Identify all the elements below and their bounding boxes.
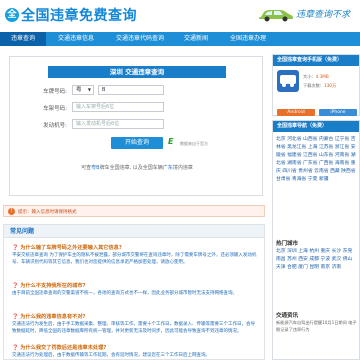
mobile-app-card: 全国违章查询手机版（免费） 大小：4.3MB 下载次数：130万 Android… bbox=[272, 54, 360, 116]
warning-icon: ! bbox=[8, 208, 15, 215]
start-query-button[interactable]: 开始查询 bbox=[111, 137, 163, 149]
app-icon[interactable] bbox=[277, 70, 299, 92]
note-middle: 牌车全国违章, 以及全国车辆 bbox=[99, 165, 163, 171]
input-tip-bar: ! 提示：输入信息时请保持格式 bbox=[3, 205, 265, 217]
app-size-label: 大小： bbox=[303, 74, 316, 79]
faq-question[interactable]: ❓ 为什么输了车牌号码之外还要输入其它信息? bbox=[12, 244, 122, 251]
faq-question[interactable]: ❓ 为什么我交了罚款后还是违章未处理? bbox=[12, 344, 106, 351]
app-downloads: 下载次数：130万 bbox=[303, 83, 336, 89]
official-data-icon: E bbox=[168, 137, 174, 146]
city-navigation-title: 全国违章导航（免费） bbox=[273, 121, 359, 132]
city-navigation: 全国违章导航（免费） 北京 河北省 山西省 内蒙古 辽宁省 吉林省 黑龙江省 上… bbox=[272, 120, 360, 360]
province-list[interactable]: 北京 河北省 山西省 内蒙古 辽宁省 吉林省 黑龙江省 上海 江苏省 浙江省 安… bbox=[276, 136, 358, 183]
app-size: 大小：4.3MB bbox=[303, 74, 329, 80]
input-tip-text: 提示：输入信息时请保持格式 bbox=[18, 210, 77, 215]
plate-number-input[interactable]: B bbox=[98, 85, 164, 95]
query-form-panel: 深圳 交通违章查询 车牌号码: 粤 ▼ B 车架号码: 输入车架号后6位 发动机… bbox=[9, 56, 263, 196]
faq-question-text: 为什么我的违章信息有不对? bbox=[20, 314, 86, 320]
plate-province-value: 粤 bbox=[76, 87, 82, 93]
logo-icon[interactable]: 全 bbox=[5, 8, 19, 22]
faq-question[interactable]: ❓ 为什么我的违章信息有不对? bbox=[12, 313, 86, 320]
faq-answer: 交通违法行为处理后，由于数据传输等工作延期，会有延时情况，建议您在三个工作日后上… bbox=[12, 353, 210, 358]
chevron-down-icon: ▼ bbox=[87, 87, 91, 92]
nav-item-violation-handling[interactable]: 全国违章办理 bbox=[218, 32, 278, 46]
hot-cities-title: 热门城市 bbox=[276, 241, 299, 247]
main-content: 深圳 交通违章查询 车牌号码: 粤 ▼ B 车架号码: 输入车架号后6位 发动机… bbox=[0, 48, 268, 360]
plate-label: 车牌号码: bbox=[43, 89, 67, 95]
official-data-text: 数据来自于官方 bbox=[180, 141, 208, 146]
question-icon: ❓ bbox=[12, 314, 19, 320]
faq-answer: 交通违法行为发生后，由于手工数据采集、整理、审核等工作，需要十个工作日，数据录入… bbox=[12, 322, 255, 334]
query-note: 可查粤B牌车全国违章, 以及全国车辆广东境内违章 bbox=[10, 164, 264, 171]
faq-title: 常见问题 bbox=[4, 225, 264, 238]
note-region-link[interactable]: 广东 bbox=[163, 165, 173, 171]
android-download-button[interactable]: Android bbox=[277, 109, 315, 116]
news-title: 交通资讯 bbox=[276, 313, 299, 319]
question-icon: ❓ bbox=[12, 345, 19, 351]
car-icon bbox=[259, 10, 293, 22]
nav-item-violation-query[interactable]: 违章查询 bbox=[0, 32, 46, 46]
site-header: 全 全国违章免费查询 违章查询不求 bbox=[0, 0, 360, 30]
engine-number-input[interactable]: 输入发动机号后6位 bbox=[72, 119, 164, 129]
main-nav: 违章查询 交通违章信息 交通违章代码查询 交通新闻 全国违章办理 bbox=[0, 32, 360, 46]
note-prefix: 可查 bbox=[81, 165, 92, 171]
nav-item-traffic-news[interactable]: 交通新闻 bbox=[176, 32, 216, 46]
nav-item-violation-info[interactable]: 交通违章信息 bbox=[48, 32, 104, 46]
question-icon: ❓ bbox=[12, 283, 19, 289]
frame-label: 车架号码: bbox=[43, 106, 67, 112]
app-size-value: 4.3MB bbox=[315, 74, 329, 79]
note-plate-link[interactable]: 粤B bbox=[91, 165, 99, 171]
faq-question[interactable]: ❓ 为什么不支持我所在的城市? bbox=[12, 282, 86, 289]
app-downloads-value: 130万 bbox=[323, 83, 337, 88]
faq-section: 常见问题 ❓ 为什么输了车牌号码之外还要输入其它信息? 平安交统违章查询 为了保… bbox=[3, 224, 265, 360]
hot-cities-list[interactable]: 北京 深圳 上海 杭州 重庆 长沙 东莞 南昌 苏州 西安 成都 宁波 武汉 佛… bbox=[276, 248, 358, 272]
app-downloads-label: 下载次数： bbox=[303, 83, 324, 88]
frame-number-input[interactable]: 输入车架号后6位 bbox=[72, 102, 164, 112]
faq-question-text: 为什么输了车牌号码之外还要输入其它信息? bbox=[20, 245, 122, 251]
faq-question-text: 为什么不支持我所在的城市? bbox=[20, 283, 86, 289]
nav-item-violation-code[interactable]: 交通违章代码查询 bbox=[106, 32, 174, 46]
faq-question-text: 为什么我交了罚款后还是违章未处理? bbox=[20, 345, 107, 351]
engine-label: 发动机号: bbox=[43, 123, 67, 129]
news-text[interactable]: 新能源汽车自驾出行提醒10月1日期间 电子眼记录了违章行为 bbox=[276, 320, 358, 333]
sidebar: 全国违章查询手机版（免费） 大小：4.3MB 下载次数：130万 Android… bbox=[272, 48, 360, 360]
question-icon: ❓ bbox=[12, 245, 19, 251]
query-form-title: 深圳 交通违章查询 bbox=[48, 66, 226, 78]
app-logo-icon bbox=[280, 75, 296, 87]
faq-answer: 由于目前全国违章查询的交警渠道不统一，各地的查询方式也不一样，因此业务部分城市暂… bbox=[12, 291, 237, 296]
site-logo-text[interactable]: 全国违章免费查询 bbox=[21, 5, 137, 25]
faq-answer: 平安交统违章查询 为了保护车主的隐私不被泄露，部分城市交警将在查询违章时，除了需… bbox=[12, 253, 257, 265]
mobile-app-title[interactable]: 全国违章查询手机版（免费） bbox=[273, 55, 359, 66]
site-slogan: 违章查询不求 bbox=[296, 10, 351, 20]
iphone-download-button[interactable]: iPhone bbox=[319, 109, 357, 116]
plate-province-select[interactable]: 粤 ▼ bbox=[72, 85, 94, 95]
note-end: 境内违章 bbox=[172, 165, 193, 171]
